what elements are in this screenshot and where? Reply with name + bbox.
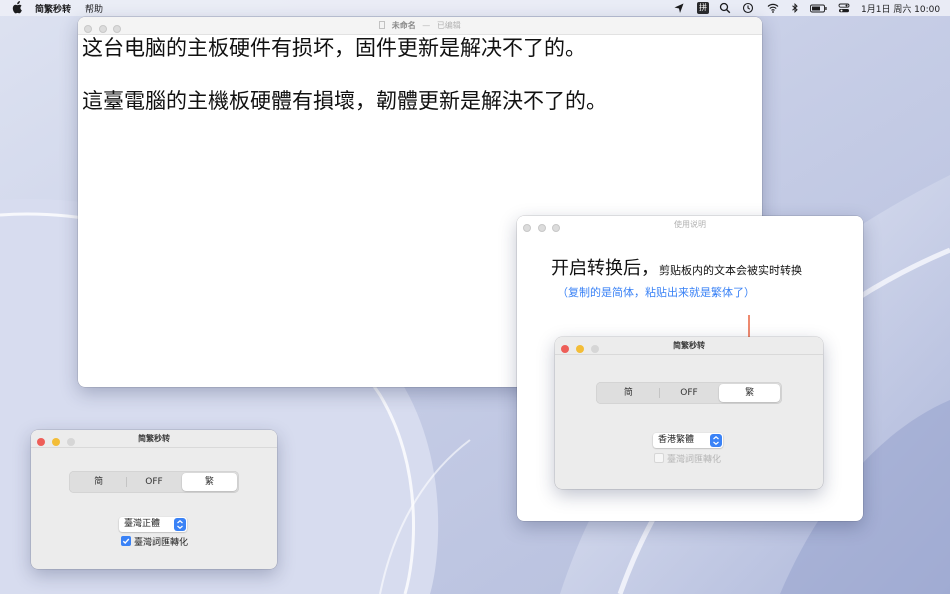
chevron-updown-icon	[174, 518, 186, 531]
converter-panel: 简繁秒转 简 OFF 繁 臺灣正體 臺灣詞匯轉化	[31, 430, 277, 569]
minimize-button[interactable]	[98, 25, 107, 33]
time-machine-icon[interactable]	[742, 2, 754, 14]
panel-title-bar[interactable]: 简繁秒转	[31, 430, 277, 448]
heading-main: 开启转换后，	[551, 258, 659, 279]
taiwan-terms-checkbox	[654, 453, 664, 463]
location-arrow-icon[interactable]	[673, 2, 685, 14]
zoom-button	[590, 345, 599, 353]
edited-status: 已编辑	[436, 21, 461, 30]
demo-converter-panel: 简繁秒转 简 OFF 繁 香港繁體 臺灣詞匯轉化	[555, 337, 823, 489]
demo-taiwan-terms-option: 臺灣詞匯轉化	[654, 453, 721, 465]
close-button[interactable]	[37, 438, 45, 446]
minimize-button[interactable]	[51, 438, 60, 446]
instructions-note: （复制的是简体，粘贴出来就是繁体了）	[557, 286, 755, 299]
menu-bar: 简繁秒转 帮助 拼 1月1日 周六 10:00	[0, 0, 950, 16]
document-title: 未命名	[391, 21, 416, 30]
segment-off: OFF	[658, 384, 720, 402]
conversion-mode-control: 简 OFF 繁	[69, 471, 239, 493]
instructions-window: 使用说明 开启转换后，剪贴板内的文本会被实时转换 （复制的是简体，粘贴出来就是繁…	[517, 216, 863, 521]
menu-bar-clock[interactable]: 1月1日 周六 10:00	[861, 2, 940, 15]
variant-selected-value: 香港繁體	[658, 435, 695, 445]
editor-text-area[interactable]: 这台电脑的主板硬件有损坏，固件更新是解决不了的。 這臺電腦的主機板硬體有損壞，韌…	[78, 35, 762, 115]
simplified-text-line: 这台电脑的主板硬件有损坏，固件更新是解决不了的。	[82, 36, 586, 60]
zoom-button	[66, 438, 75, 446]
window-controls	[561, 342, 603, 360]
zoom-button[interactable]	[552, 224, 561, 232]
taiwan-terms-option[interactable]: 臺灣詞匯轉化	[121, 536, 188, 548]
close-button	[561, 345, 569, 353]
demo-panel-title-bar: 简繁秒转	[555, 337, 823, 355]
traditional-text-line: 這臺電腦的主機板硬體有損壞，韌體更新是解決不了的。	[82, 89, 607, 113]
control-center-icon[interactable]	[838, 2, 850, 14]
window-controls	[523, 221, 564, 239]
battery-icon[interactable]	[810, 2, 828, 14]
segment-simplified[interactable]: 简	[71, 473, 126, 491]
instructions-title-bar[interactable]: 使用说明	[517, 216, 863, 234]
spotlight-search-icon[interactable]	[719, 2, 731, 14]
taiwan-terms-label: 臺灣詞匯轉化	[134, 538, 189, 548]
bluetooth-icon[interactable]	[789, 2, 801, 14]
segment-simplified: 简	[623, 388, 633, 398]
variant-selected-value: 臺灣正體	[124, 519, 161, 529]
editor-title-bar[interactable]: 未命名 — 已编辑	[78, 17, 762, 35]
taiwan-terms-checkbox[interactable]	[121, 536, 131, 546]
wifi-icon[interactable]	[767, 2, 779, 14]
instructions-title: 使用说明	[674, 220, 706, 229]
segment-off[interactable]: OFF	[126, 473, 181, 491]
minimize-button	[575, 345, 584, 353]
chevron-updown-icon	[710, 434, 722, 447]
taiwan-terms-label: 臺灣詞匯轉化	[667, 455, 722, 465]
input-method-icon[interactable]: 拼	[697, 2, 709, 14]
close-button[interactable]	[523, 224, 531, 232]
window-controls	[84, 22, 125, 40]
panel-title: 简繁秒转	[138, 434, 170, 443]
close-button[interactable]	[84, 25, 92, 33]
document-icon	[379, 21, 386, 29]
demo-panel-title: 简繁秒转	[673, 341, 705, 350]
apple-menu-icon[interactable]	[12, 1, 22, 14]
app-menu[interactable]: 简繁秒转	[35, 2, 71, 15]
title-separator: —	[422, 21, 431, 30]
zoom-button[interactable]	[113, 25, 122, 33]
variant-popup[interactable]: 臺灣正體	[119, 517, 187, 532]
demo-variant-popup: 香港繁體	[653, 433, 723, 448]
instructions-heading: 开启转换后，剪贴板内的文本会被实时转换	[551, 254, 802, 280]
segment-traditional: 繁	[719, 384, 781, 402]
minimize-button[interactable]	[537, 224, 546, 232]
demo-conversion-mode-control: 简 OFF 繁	[596, 382, 782, 404]
window-controls	[37, 435, 79, 453]
segment-traditional[interactable]: 繁	[181, 473, 237, 491]
help-menu[interactable]: 帮助	[85, 2, 103, 15]
heading-detail: 剪贴板内的文本会被实时转换	[659, 264, 802, 277]
